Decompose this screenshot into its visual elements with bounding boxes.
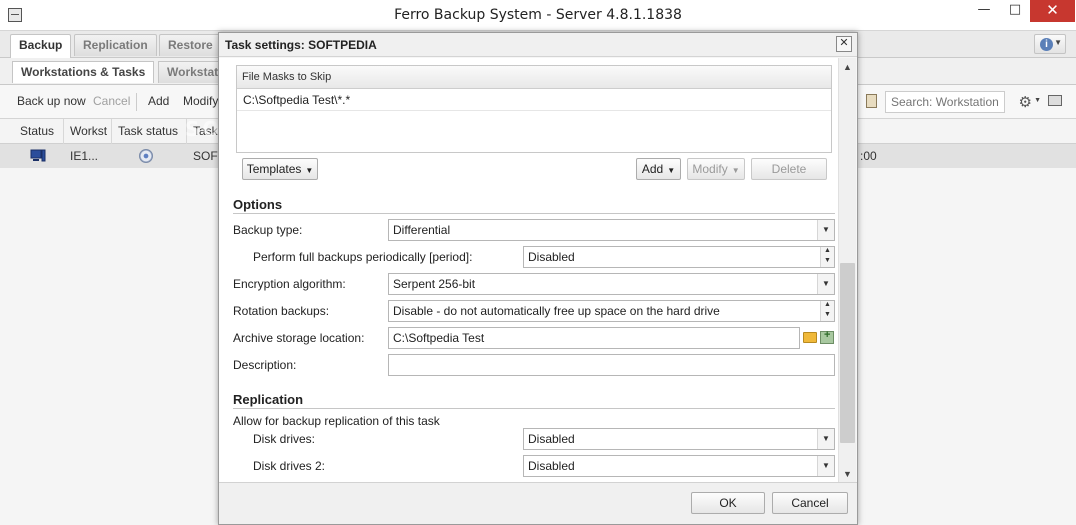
disk-drives-2-label: Disk drives 2: — [253, 459, 326, 473]
spinner-icon[interactable]: ▲ ▼ — [820, 301, 834, 321]
mask-add-button[interactable]: Add ▼ — [636, 158, 681, 180]
add-folder-icon[interactable] — [820, 329, 834, 344]
full-backups-label: Perform full backups periodically [perio… — [253, 250, 473, 264]
archive-location-input[interactable]: C:\Softpedia Test — [388, 327, 800, 349]
mask-modify-button[interactable]: Modify ▼ — [687, 158, 745, 180]
templates-button[interactable]: Templates ▼ — [242, 158, 318, 180]
printer-icon[interactable] — [1048, 95, 1062, 106]
archive-location-label: Archive storage location: — [233, 331, 365, 345]
close-icon[interactable]: ✕ — [836, 36, 852, 52]
file-mask-value: C:\Softpedia Test\*.* — [243, 93, 351, 107]
rotation-value: Disable - do not automatically free up s… — [393, 304, 720, 318]
chevron-down-icon[interactable]: ▼ — [817, 456, 834, 476]
status-icon — [139, 149, 153, 163]
clipboard-icon[interactable] — [866, 94, 877, 108]
disk-drives-value: Disabled — [528, 432, 575, 446]
add-button[interactable]: Add — [148, 94, 169, 108]
rotation-label: Rotation backups: — [233, 304, 330, 318]
column-header-workstation[interactable]: Workst — [64, 119, 112, 144]
ok-button[interactable]: OK — [691, 492, 765, 514]
gear-icon[interactable]: ⚙ — [1019, 93, 1032, 111]
maximize-button[interactable]: □ — [1000, 0, 1030, 22]
options-section-title: Options — [233, 197, 283, 212]
replication-section-title: Replication — [233, 392, 304, 407]
backup-type-select[interactable]: Differential ▼ — [388, 219, 835, 241]
column-header-task-status[interactable]: Task status — [112, 119, 187, 144]
toolbar-separator — [136, 93, 137, 111]
chevron-down-icon[interactable]: ▼ — [817, 274, 834, 294]
backup-type-label: Backup type: — [233, 223, 303, 237]
modify-button[interactable]: Modify — [183, 94, 218, 108]
templates-button-label: Templates — [246, 162, 302, 176]
options-divider — [233, 213, 835, 214]
dialog-title: Task settings: SOFTPEDIA — [225, 38, 377, 52]
replication-divider — [233, 408, 835, 409]
computer-icon — [30, 149, 46, 162]
tab-backup[interactable]: Backup — [10, 34, 72, 58]
spinner-icon[interactable]: ▲ ▼ — [820, 247, 834, 267]
encryption-label: Encryption algorithm: — [233, 277, 346, 291]
chevron-down-icon: ▼ — [305, 166, 314, 175]
cancel-button[interactable]: Cancel — [772, 492, 848, 514]
encryption-select[interactable]: Serpent 256-bit ▼ — [388, 273, 835, 295]
dialog-title-bar: Task settings: SOFTPEDIA ✕ — [219, 33, 857, 57]
file-masks-header[interactable]: File Masks to Skip — [237, 66, 831, 89]
dialog-scrollbar[interactable]: ▲ ▼ — [838, 58, 856, 482]
chevron-down-icon[interactable]: ▼ — [817, 429, 834, 449]
subtab-workstations-tasks[interactable]: Workstations & Tasks — [12, 61, 155, 83]
mask-delete-button[interactable]: Delete — [751, 158, 827, 180]
chevron-down-icon[interactable]: ▼ — [843, 469, 852, 479]
help-button[interactable]: i ▼ — [1034, 34, 1066, 54]
tab-replication[interactable]: Replication — [74, 34, 157, 56]
mask-modify-label: Modify — [692, 162, 728, 176]
column-header-status[interactable]: Status — [14, 119, 64, 144]
disk-drives-label: Disk drives: — [253, 432, 316, 446]
search-input[interactable] — [885, 91, 1005, 113]
full-backups-spinner[interactable]: Disabled ▲ ▼ — [523, 246, 835, 268]
window-title: Ferro Backup System - Server 4.8.1.1838 — [394, 7, 682, 23]
full-backups-value: Disabled — [528, 250, 575, 264]
tab-restore[interactable]: Restore — [159, 34, 222, 56]
chevron-down-icon: ▼ — [667, 166, 676, 175]
dialog-body: File Masks to Skip C:\Softpedia Test\*.*… — [219, 58, 838, 482]
disk-drives-select[interactable]: Disabled ▼ — [523, 428, 835, 450]
cancel-backup-button[interactable]: Cancel — [93, 94, 130, 108]
file-masks-header-label: File Masks to Skip — [242, 71, 332, 83]
encryption-value: Serpent 256-bit — [393, 277, 476, 291]
file-masks-list: File Masks to Skip C:\Softpedia Test\*.* — [236, 65, 832, 153]
chevron-down-icon[interactable]: ▼ — [817, 220, 834, 240]
row-workstation: IE1... — [70, 149, 99, 163]
chevron-down-icon: ▼ — [1054, 38, 1062, 47]
archive-location-value: C:\Softpedia Test — [393, 331, 485, 345]
help-icon: i — [1040, 38, 1053, 51]
list-item[interactable]: C:\Softpedia Test\*.* — [237, 89, 831, 111]
backup-now-button[interactable]: Back up now — [17, 94, 86, 108]
disk-drives-2-select[interactable]: Disabled ▼ — [523, 455, 835, 477]
mask-add-label: Add — [641, 162, 664, 176]
scrollbar-thumb[interactable] — [840, 263, 855, 443]
title-bar: Ferro Backup System - Server 4.8.1.1838 … — [0, 0, 1076, 31]
chevron-down-icon: ▼ — [731, 166, 740, 175]
allow-replication-label: Allow for backup replication of this tas… — [233, 414, 440, 428]
backup-type-value: Differential — [393, 223, 451, 237]
chevron-up-icon[interactable]: ▲ — [843, 62, 852, 72]
dialog-footer: OK Cancel — [219, 482, 857, 524]
close-window-button[interactable]: ✕ — [1030, 0, 1075, 22]
folder-icon[interactable] — [803, 332, 817, 343]
chevron-down-icon[interactable]: ▼ — [1034, 97, 1041, 104]
disk-drives-2-value: Disabled — [528, 459, 575, 473]
task-settings-dialog: Task settings: SOFTPEDIA ✕ File Masks to… — [218, 32, 858, 525]
minimize-button[interactable]: — — [969, 0, 999, 22]
description-label: Description: — [233, 358, 297, 372]
description-input[interactable] — [388, 354, 835, 376]
rotation-spinner[interactable]: Disable - do not automatically free up s… — [388, 300, 835, 322]
